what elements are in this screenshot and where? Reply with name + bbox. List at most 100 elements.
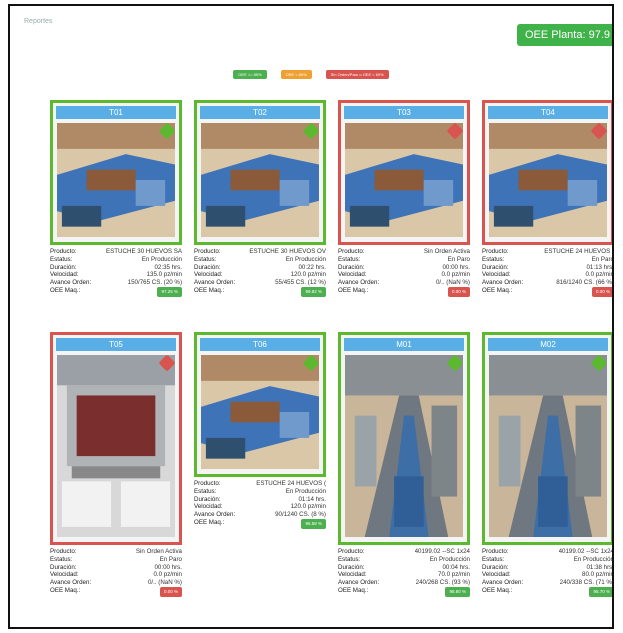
velocidad-value: 70.0 pz/min xyxy=(438,571,470,579)
machine-card-m02[interactable]: M02 Producto: 40199.02 --SC 1x24 Estatus:… xyxy=(482,332,614,597)
producto-value: Sin Orden Activa xyxy=(135,548,182,555)
machine-info: Producto: Sin Orden Activa Estatus: En Par… xyxy=(50,548,182,597)
machine-card-frame[interactable]: T04 xyxy=(482,100,612,245)
producto-label: Producto: xyxy=(50,548,77,555)
machine-photo xyxy=(57,123,175,237)
machine-card-frame[interactable]: M01 xyxy=(338,332,470,545)
oee-badge: 99.82 % xyxy=(301,286,326,297)
oee-label: OEE Maq.: xyxy=(194,518,225,526)
duracion-value: 01:38 hrs. xyxy=(586,563,614,571)
machine-info: Producto: Sin Orden Activa Estatus: En Par… xyxy=(338,248,470,297)
avance-label: Avance Orden: xyxy=(338,279,380,287)
machine-title: T01 xyxy=(56,106,176,119)
machine-card-t04[interactable]: T04 Producto: ESTUCHE 24 HUEVOS ( Estatus… xyxy=(482,100,614,297)
machine-photo xyxy=(489,123,607,237)
machine-title: T05 xyxy=(56,338,176,351)
legend-item-warning: OEE < 85% xyxy=(280,70,312,79)
machine-card-frame[interactable]: T02 xyxy=(194,100,326,245)
producto-value: ESTUCHE 24 HUEVOS ( xyxy=(544,248,614,255)
oee-label: OEE Maq.: xyxy=(50,286,81,294)
machine-info: Producto: ESTUCHE 30 HUEVOS SA Estatus: En… xyxy=(50,248,182,297)
avance-value: 150/765 CS. (20 %) xyxy=(127,279,182,287)
oee-label: OEE Maq.: xyxy=(482,586,513,594)
avance-label: Avance Orden: xyxy=(50,579,92,587)
producto-label: Producto: xyxy=(194,480,221,487)
estatus-label: Estatus: xyxy=(50,555,73,563)
machine-info: Producto: ESTUCHE 30 HUEVOS OV Estatus: En… xyxy=(194,248,326,297)
duracion-value: 01:14 hrs. xyxy=(298,495,326,503)
machine-card-frame[interactable]: T06 xyxy=(194,332,326,477)
machine-info: Producto: 40199.02 --SC 1x24 Estatus: En P… xyxy=(338,548,470,597)
duracion-label: Duración: xyxy=(338,563,365,571)
duracion-value: 01:13 hrs. xyxy=(586,263,614,271)
velocidad-value: 120.0 pz/min xyxy=(290,503,326,511)
producto-label: Producto: xyxy=(338,548,365,555)
legend-item-bad: Sin Orden/Paro o OEE < 60% xyxy=(325,70,389,79)
machine-card-frame[interactable]: T05 xyxy=(50,332,182,545)
oee-label: OEE Maq.: xyxy=(482,286,513,294)
machine-card-t01[interactable]: T01 Producto: ESTUCHE 30 HUEVOS SA Estatu… xyxy=(50,100,182,297)
machine-title: T03 xyxy=(344,106,464,119)
estatus-value: En Paro xyxy=(447,255,470,263)
duracion-label: Duración: xyxy=(50,263,77,271)
estatus-value: En Producción xyxy=(285,255,326,263)
machine-card-m01[interactable]: M01 Producto: 40199.02 --SC 1x24 Estatus:… xyxy=(338,332,470,597)
estatus-value: En Producción xyxy=(141,255,182,263)
machine-card-t03[interactable]: T03 Producto: Sin Orden Activa Estatus: En… xyxy=(338,100,470,297)
avance-value: 0/.. (NaN %) xyxy=(435,279,470,287)
duracion-value: 00:00 hrs. xyxy=(442,263,470,271)
producto-value: Sin Orden Activa xyxy=(423,248,470,255)
dashboard-frame: Reportes OEE Planta: 97.9 OEE >= 85% OEE… xyxy=(8,4,614,629)
machine-card-t06[interactable]: T06 Producto: ESTUCHE 24 HUEVOS ( Estatus… xyxy=(194,332,326,529)
producto-value: ESTUCHE 30 HUEVOS OV xyxy=(249,248,326,255)
oee-label: OEE Maq.: xyxy=(338,286,369,294)
machine-photo xyxy=(201,123,319,237)
legend: OEE >= 85% OEE < 85% Sin Orden/Paro o OE… xyxy=(10,70,612,79)
producto-value: 40199.02 --SC 1x24 xyxy=(558,548,614,555)
producto-value: ESTUCHE 24 HUEVOS ( xyxy=(256,480,326,487)
estatus-label: Estatus: xyxy=(338,555,361,563)
velocidad-label: Velocidad: xyxy=(50,271,79,279)
estatus-label: Estatus: xyxy=(50,255,73,263)
producto-label: Producto: xyxy=(338,248,365,255)
avance-label: Avance Orden: xyxy=(482,579,524,587)
machine-title: T04 xyxy=(488,106,608,119)
machine-info: Producto: ESTUCHE 24 HUEVOS ( Estatus: En … xyxy=(194,480,326,529)
estatus-label: Estatus: xyxy=(482,255,505,263)
avance-value: 240/338 CS. (71 %) xyxy=(559,579,614,587)
machine-title: M02 xyxy=(488,338,608,351)
machine-card-t02[interactable]: T02 Producto: ESTUCHE 30 HUEVOS OV Estatu… xyxy=(194,100,326,297)
estatus-label: Estatus: xyxy=(482,555,505,563)
oee-badge: 95.70 % xyxy=(589,586,612,597)
machine-photo xyxy=(489,355,607,537)
machine-card-frame[interactable]: T01 xyxy=(50,100,182,245)
estatus-label: Estatus: xyxy=(194,255,217,263)
duracion-label: Duración: xyxy=(338,263,365,271)
velocidad-label: Velocidad: xyxy=(338,571,367,579)
legend-item-good: OEE >= 85% xyxy=(233,70,267,79)
duracion-value: 00:00 hrs. xyxy=(154,563,182,571)
header-label: Reportes xyxy=(24,18,53,25)
oee-badge: 98.80 % xyxy=(445,586,470,597)
velocidad-label: Velocidad: xyxy=(50,571,79,579)
machine-photo xyxy=(201,355,319,469)
estatus-value: En Paro xyxy=(159,555,182,563)
producto-label: Producto: xyxy=(194,248,221,255)
avance-label: Avance Orden: xyxy=(194,279,236,287)
velocidad-label: Velocidad: xyxy=(194,503,223,511)
oee-plant-badge: OEE Planta: 97.9 xyxy=(517,24,612,46)
avance-value: 240/268 CS. (93 %) xyxy=(415,579,470,587)
producto-label: Producto: xyxy=(482,548,509,555)
estatus-label: Estatus: xyxy=(194,487,217,495)
oee-badge: 0.00 % xyxy=(591,286,612,297)
oee-label: OEE Maq.: xyxy=(50,586,81,594)
producto-value: 40199.02 --SC 1x24 xyxy=(414,548,470,555)
machine-photo xyxy=(57,355,175,537)
velocidad-value: 120.0 pz/min xyxy=(290,271,326,279)
machine-card-frame[interactable]: M02 xyxy=(482,332,612,545)
oee-badge: 0.00 % xyxy=(159,586,182,597)
oee-label: OEE Maq.: xyxy=(338,586,369,594)
avance-value: 90/1240 CS. (8 %) xyxy=(275,511,326,519)
machine-card-t05[interactable]: T05 Producto: Sin Orden Activa Estatus: En… xyxy=(50,332,182,597)
machine-card-frame[interactable]: T03 xyxy=(338,100,470,245)
